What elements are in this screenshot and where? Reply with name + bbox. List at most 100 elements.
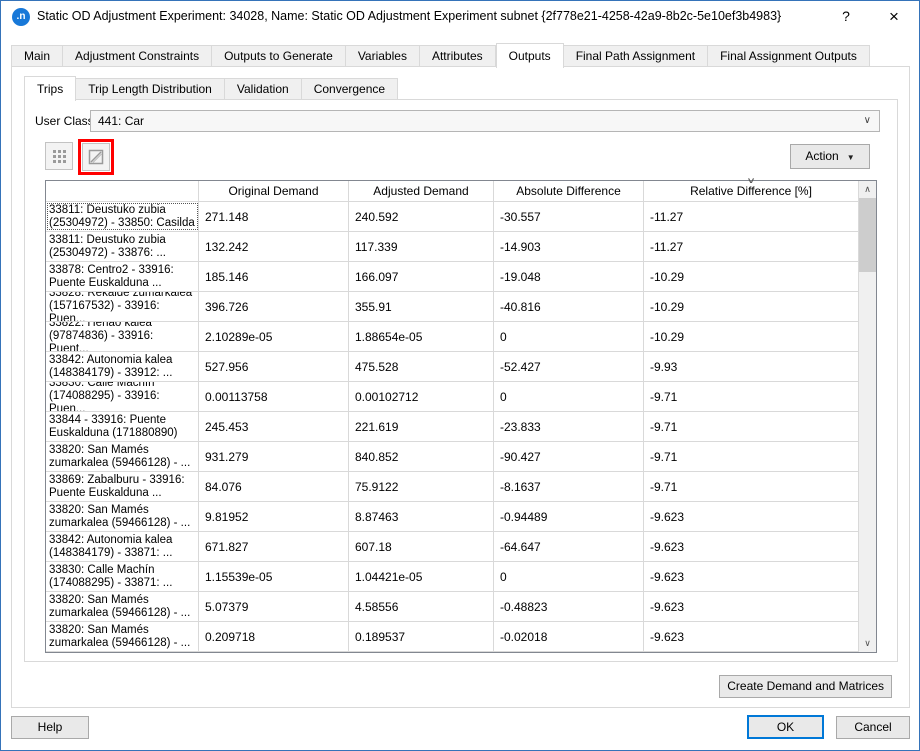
tab-final-path-assignment[interactable]: Final Path Assignment — [564, 45, 708, 67]
value-cell[interactable]: -9.623 — [644, 532, 859, 561]
column-header-adjusted-demand[interactable]: Adjusted Demand — [349, 181, 494, 201]
scrollbar-thumb[interactable] — [859, 198, 876, 272]
value-cell[interactable]: -9.93 — [644, 352, 859, 381]
value-cell[interactable]: 0.00113758 — [199, 382, 349, 411]
value-cell[interactable]: 396.726 — [199, 292, 349, 321]
od-pair-cell[interactable]: 33811: Deustuko zubia (25304972) - 33850… — [46, 202, 199, 231]
value-cell[interactable]: -9.623 — [644, 592, 859, 621]
od-pair-cell[interactable]: 33842: Autonomia kalea (148384179) - 338… — [46, 532, 199, 561]
value-cell[interactable]: 1.04421e-05 — [349, 562, 494, 591]
value-cell[interactable]: 0 — [494, 322, 644, 351]
od-pair-cell[interactable]: 33820: San Mamés zumarkalea (59466128) -… — [46, 442, 199, 471]
value-cell[interactable]: -9.71 — [644, 472, 859, 501]
value-cell[interactable]: -9.71 — [644, 382, 859, 411]
table-row[interactable]: 33820: San Mamés zumarkalea (59466128) -… — [46, 442, 876, 472]
value-cell[interactable]: -9.623 — [644, 502, 859, 531]
od-pair-cell[interactable]: 33820: San Mamés zumarkalea (59466128) -… — [46, 502, 199, 531]
create-demand-and-matrices-button[interactable]: Create Demand and Matrices — [719, 675, 892, 698]
value-cell[interactable]: 607.18 — [349, 532, 494, 561]
value-cell[interactable]: 0 — [494, 562, 644, 591]
od-pair-cell[interactable]: 33811: Deustuko zubia (25304972) - 33876… — [46, 232, 199, 261]
column-header-relative-difference[interactable]: ∨ Relative Difference [%] — [644, 181, 859, 201]
value-cell[interactable]: 0 — [494, 382, 644, 411]
value-cell[interactable]: 132.242 — [199, 232, 349, 261]
tab-adjustment-constraints[interactable]: Adjustment Constraints — [63, 45, 212, 67]
value-cell[interactable]: -23.833 — [494, 412, 644, 441]
value-cell[interactable]: -10.29 — [644, 292, 859, 321]
value-cell[interactable]: -9.71 — [644, 412, 859, 441]
table-row[interactable]: 33844 - 33916: Puente Euskalduna (171880… — [46, 412, 876, 442]
column-header-absolute-difference[interactable]: Absolute Difference — [494, 181, 644, 201]
chevron-down-icon[interactable]: ∨ — [864, 111, 871, 131]
value-cell[interactable]: 75.9122 — [349, 472, 494, 501]
value-cell[interactable]: -0.02018 — [494, 622, 644, 651]
table-row[interactable]: 33830: Calle Machín (174088295) - 33871:… — [46, 562, 876, 592]
help-button[interactable]: Help — [11, 716, 89, 739]
table-row[interactable]: 33811: Deustuko zubia (25304972) - 33876… — [46, 232, 876, 262]
value-cell[interactable]: 0.189537 — [349, 622, 494, 651]
title-bar[interactable]: .n Static OD Adjustment Experiment: 3402… — [1, 1, 919, 32]
table-row[interactable]: 33842: Autonomia kalea (148384179) - 338… — [46, 532, 876, 562]
ok-button[interactable]: OK — [747, 715, 824, 739]
table-row[interactable]: 33878: Centro2 - 33916: Puente Euskaldun… — [46, 262, 876, 292]
value-cell[interactable]: -9.623 — [644, 622, 859, 651]
od-pair-cell[interactable]: 33822: Henao kalea (97874836) - 33916: P… — [46, 322, 199, 351]
value-cell[interactable]: -90.427 — [494, 442, 644, 471]
value-cell[interactable]: -0.48823 — [494, 592, 644, 621]
table-row[interactable]: 33869: Zabalburu - 33916: Puente Euskald… — [46, 472, 876, 502]
value-cell[interactable]: -8.1637 — [494, 472, 644, 501]
value-cell[interactable]: -10.29 — [644, 322, 859, 351]
scroll-down-icon[interactable]: ∨ — [859, 635, 876, 652]
table-row[interactable]: 33811: Deustuko zubia (25304972) - 33850… — [46, 202, 876, 232]
action-button[interactable]: Action▼ — [790, 144, 870, 169]
value-cell[interactable]: 931.279 — [199, 442, 349, 471]
value-cell[interactable]: 4.58556 — [349, 592, 494, 621]
tab-outputs-to-generate[interactable]: Outputs to Generate — [212, 45, 346, 67]
tab-outputs[interactable]: Outputs — [496, 43, 564, 68]
subtab-trips[interactable]: Trips — [24, 76, 76, 101]
value-cell[interactable]: 117.339 — [349, 232, 494, 261]
value-cell[interactable]: 5.07379 — [199, 592, 349, 621]
value-cell[interactable]: 240.592 — [349, 202, 494, 231]
value-cell[interactable]: -9.623 — [644, 562, 859, 591]
od-pair-cell[interactable]: 33844 - 33916: Puente Euskalduna (171880… — [46, 412, 199, 441]
value-cell[interactable]: -10.29 — [644, 262, 859, 291]
od-pair-cell[interactable]: 33820: San Mamés zumarkalea (59466128) -… — [46, 592, 199, 621]
vertical-scrollbar[interactable]: ∧ ∨ — [859, 181, 876, 652]
value-cell[interactable]: 84.076 — [199, 472, 349, 501]
value-cell[interactable]: 840.852 — [349, 442, 494, 471]
value-cell[interactable]: 0.00102712 — [349, 382, 494, 411]
tab-main[interactable]: Main — [11, 45, 63, 67]
value-cell[interactable]: 475.528 — [349, 352, 494, 381]
table-row[interactable]: 33830: Calle Machín (174088295) - 33916:… — [46, 382, 876, 412]
value-cell[interactable]: 185.146 — [199, 262, 349, 291]
column-header-original-demand[interactable]: Original Demand — [199, 181, 349, 201]
column-header-name[interactable] — [46, 181, 199, 201]
table-row[interactable]: 33822: Henao kalea (97874836) - 33916: P… — [46, 322, 876, 352]
tab-variables[interactable]: Variables — [346, 45, 420, 67]
value-cell[interactable]: -11.27 — [644, 202, 859, 231]
value-cell[interactable]: -40.816 — [494, 292, 644, 321]
value-cell[interactable]: -52.427 — [494, 352, 644, 381]
value-cell[interactable]: 271.148 — [199, 202, 349, 231]
tab-final-assignment-outputs[interactable]: Final Assignment Outputs — [708, 45, 870, 67]
subtab-trip-length-distribution[interactable]: Trip Length Distribution — [76, 78, 225, 100]
value-cell[interactable]: 671.827 — [199, 532, 349, 561]
cancel-button[interactable]: Cancel — [836, 716, 910, 739]
table-row[interactable]: 33842: Autonomia kalea (148384179) - 339… — [46, 352, 876, 382]
show-matrix-button[interactable] — [45, 142, 73, 170]
value-cell[interactable]: 245.453 — [199, 412, 349, 441]
od-pair-cell[interactable]: 33830: Calle Machín (174088295) - 33871:… — [46, 562, 199, 591]
od-pair-cell[interactable]: 33842: Autonomia kalea (148384179) - 339… — [46, 352, 199, 381]
tab-attributes[interactable]: Attributes — [420, 45, 496, 67]
od-pair-cell[interactable]: 33830: Calle Machín (174088295) - 33916:… — [46, 382, 199, 411]
help-icon[interactable]: ? — [829, 1, 863, 32]
value-cell[interactable]: 8.87463 — [349, 502, 494, 531]
value-cell[interactable]: 166.097 — [349, 262, 494, 291]
value-cell[interactable]: -30.557 — [494, 202, 644, 231]
edit-cell-button[interactable] — [82, 143, 110, 171]
value-cell[interactable]: 221.619 — [349, 412, 494, 441]
value-cell[interactable]: -64.647 — [494, 532, 644, 561]
value-cell[interactable]: 1.15539e-05 — [199, 562, 349, 591]
value-cell[interactable]: 1.88654e-05 — [349, 322, 494, 351]
